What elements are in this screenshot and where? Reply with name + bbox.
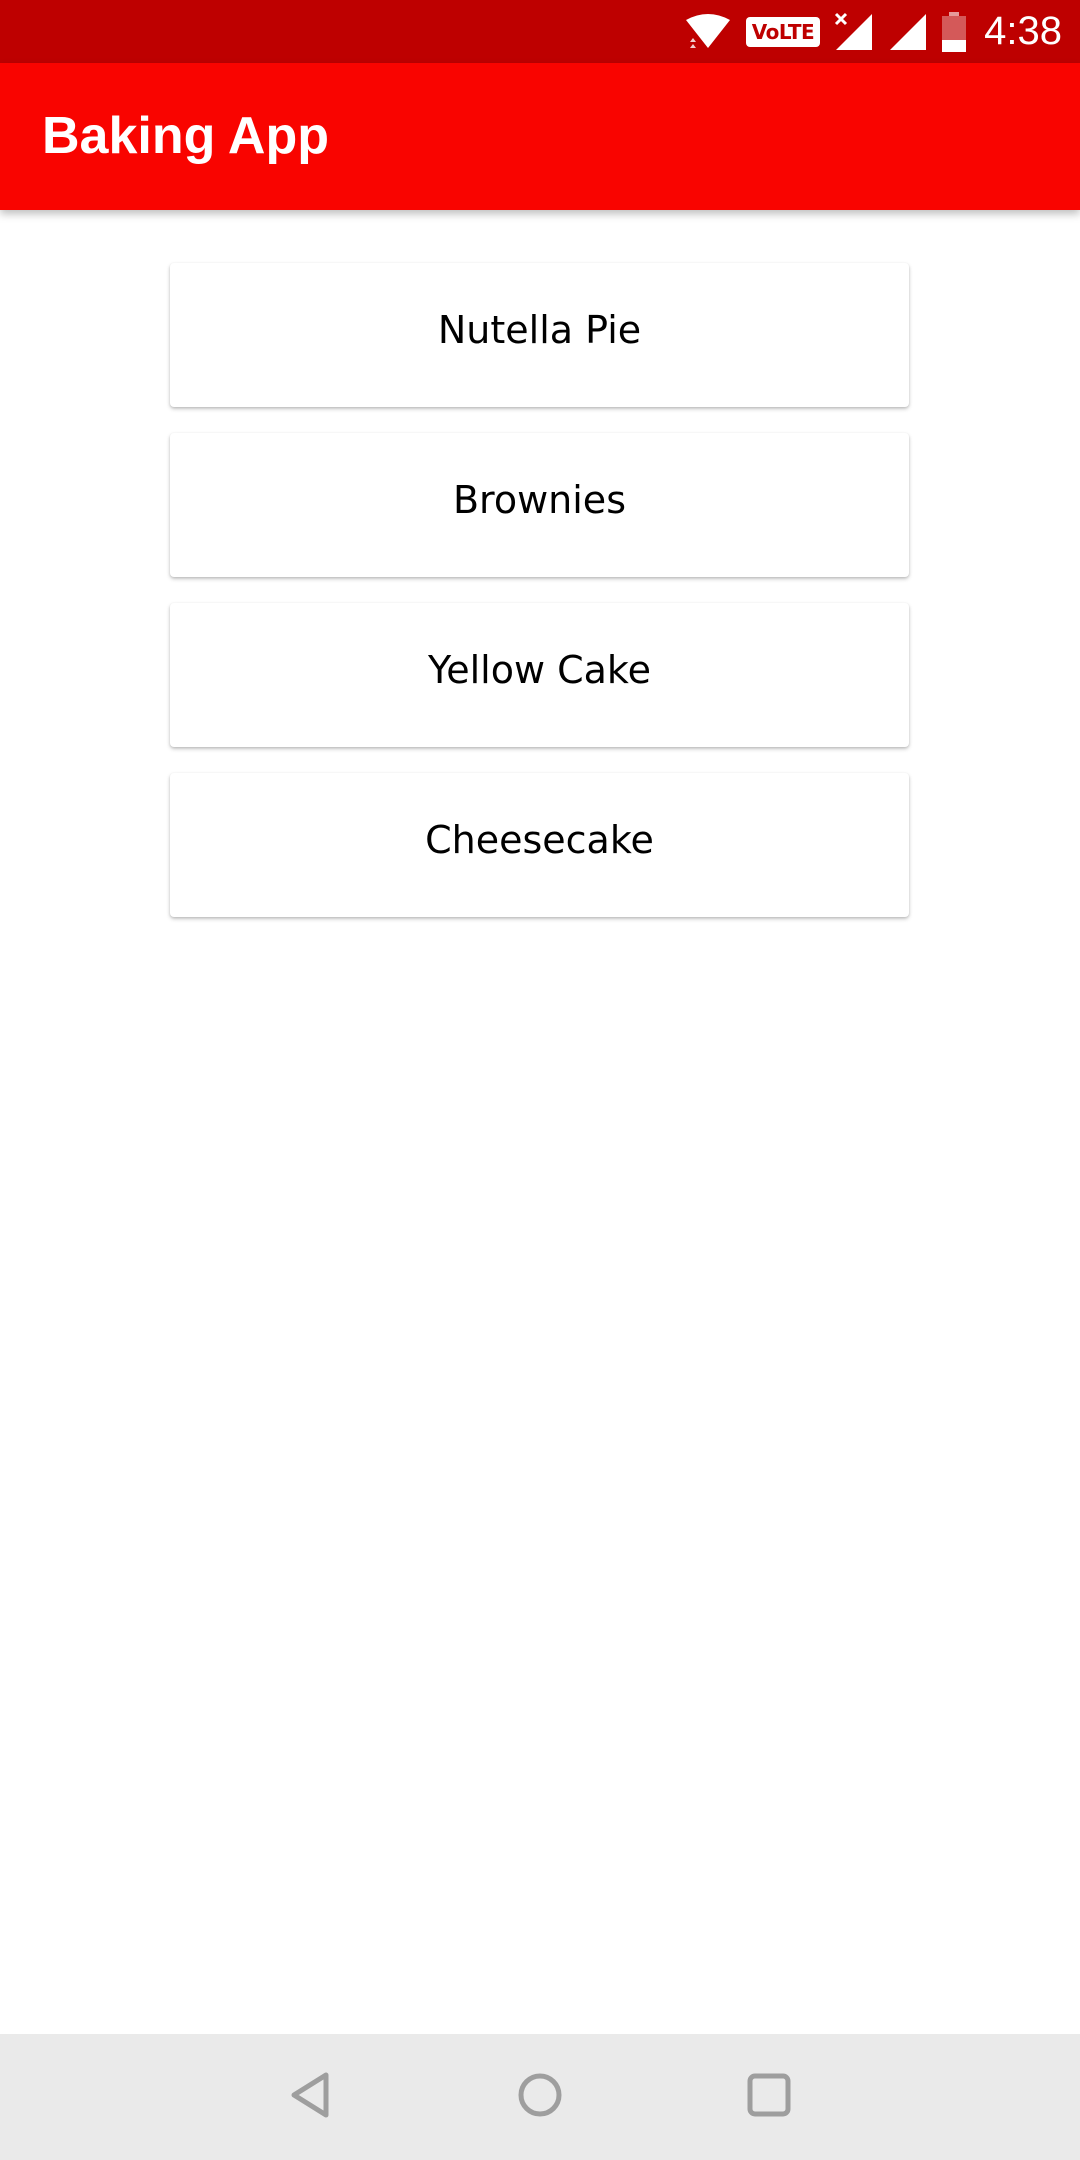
recipe-list: Nutella Pie Brownies Yellow Cake Cheesec… <box>170 263 909 943</box>
volte-icon: VoLTE <box>745 16 821 47</box>
wifi-icon <box>684 13 732 50</box>
home-icon <box>516 2071 564 2124</box>
battery-low-icon <box>942 11 967 52</box>
recipe-card-nutella-pie[interactable]: Nutella Pie <box>170 263 909 407</box>
recipe-name: Brownies <box>452 478 626 522</box>
back-button[interactable] <box>282 2069 338 2125</box>
back-icon <box>288 2071 332 2124</box>
recents-icon <box>746 2072 792 2123</box>
recents-button[interactable] <box>741 2069 797 2125</box>
status-bar: VoLTE 4:38 <box>0 0 1080 63</box>
app-title: Baking App <box>42 107 329 165</box>
signal-icon <box>888 12 928 52</box>
recipe-card-cheesecake[interactable]: Cheesecake <box>170 773 909 917</box>
recipe-name: Cheesecake <box>425 818 654 862</box>
navigation-bar <box>0 2034 1080 2160</box>
status-icons: VoLTE 4:38 <box>684 0 1062 63</box>
home-button[interactable] <box>512 2069 568 2125</box>
recipe-card-brownies[interactable]: Brownies <box>170 433 909 577</box>
recipe-name: Nutella Pie <box>437 308 642 352</box>
recipe-name: Yellow Cake <box>428 648 651 692</box>
clock: 4:38 <box>984 9 1062 53</box>
recipe-card-yellow-cake[interactable]: Yellow Cake <box>170 603 909 747</box>
app-bar: Baking App <box>0 63 1080 210</box>
no-signal-icon <box>834 12 874 52</box>
